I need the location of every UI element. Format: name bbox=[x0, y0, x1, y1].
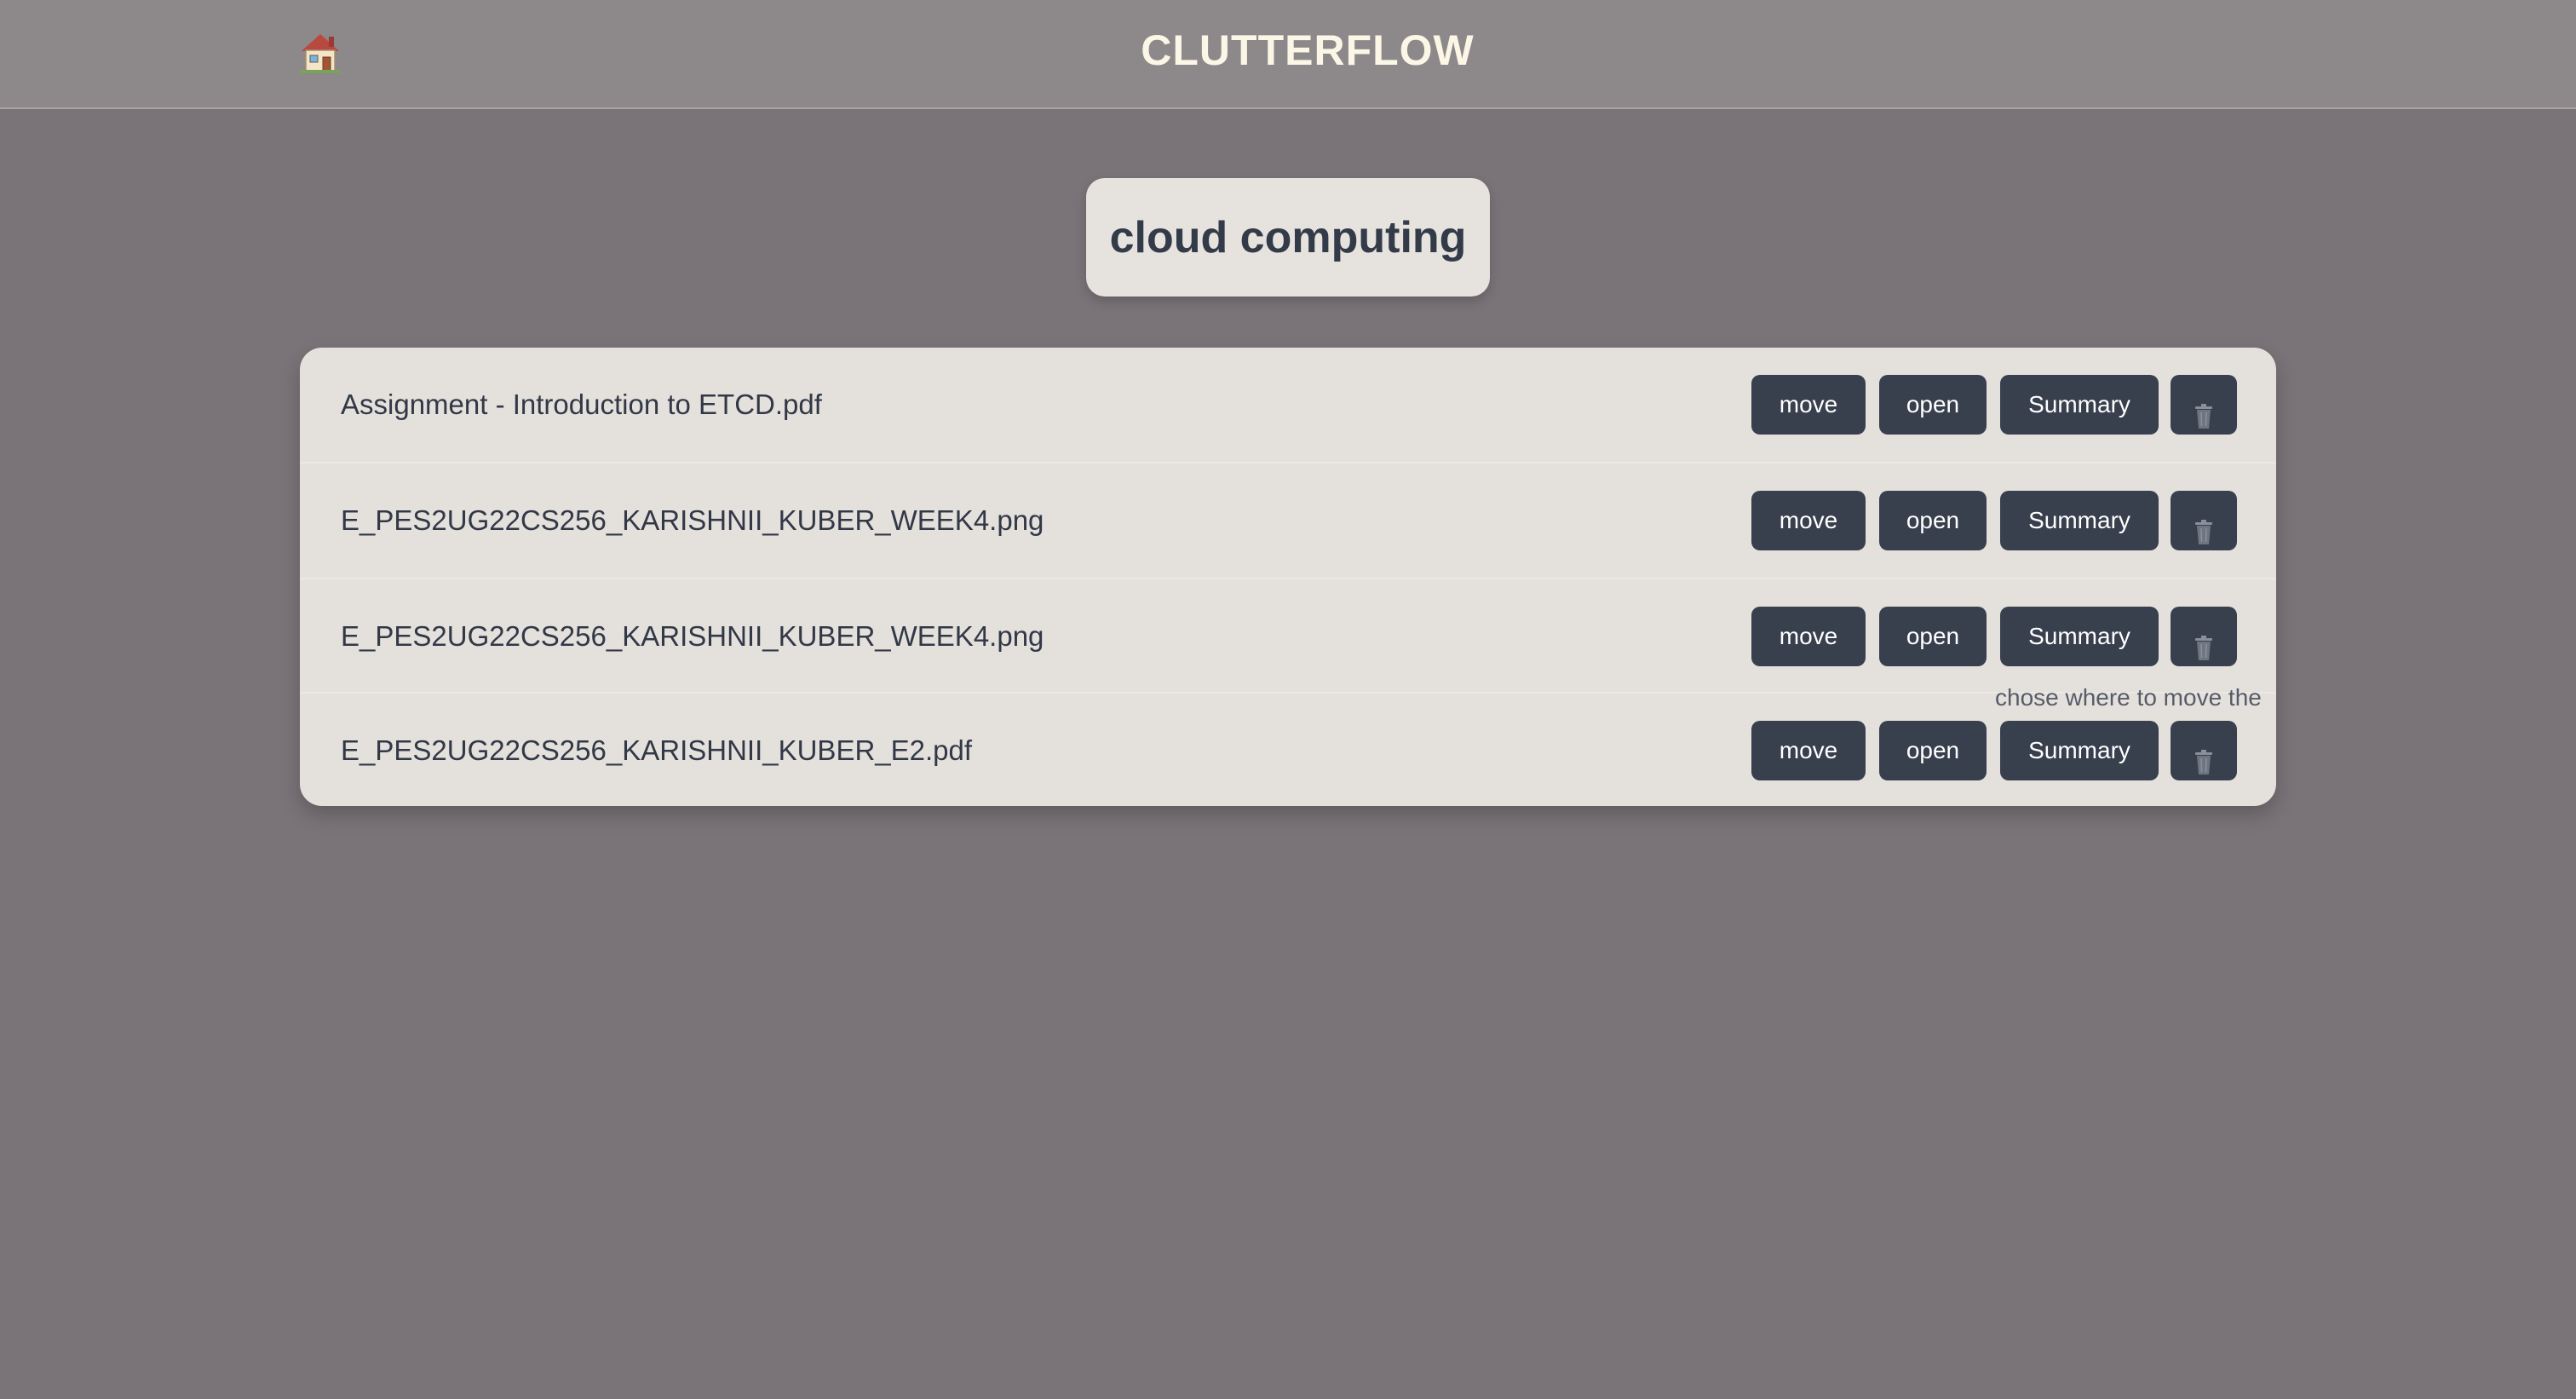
move-tooltip: chose where to move the bbox=[1995, 684, 2262, 711]
delete-button[interactable] bbox=[2171, 375, 2237, 435]
move-button[interactable]: move bbox=[1751, 607, 1866, 666]
folder-title-card: cloud computing bbox=[1086, 178, 1490, 296]
file-row: E_PES2UG22CS256_KARISHNII_KUBER_WEEK4.pn… bbox=[300, 462, 2276, 576]
trash-icon bbox=[2194, 508, 2213, 544]
summary-button[interactable]: Summary bbox=[2000, 721, 2159, 780]
file-row: Assignment - Introduction to ETCD.pdf mo… bbox=[300, 348, 2276, 462]
file-row: E_PES2UG22CS256_KARISHNII_KUBER_E2.pdf m… bbox=[300, 692, 2276, 806]
file-name: E_PES2UG22CS256_KARISHNII_KUBER_WEEK4.pn… bbox=[341, 504, 1044, 536]
open-button[interactable]: open bbox=[1879, 375, 1987, 435]
file-name: E_PES2UG22CS256_KARISHNII_KUBER_WEEK4.pn… bbox=[341, 620, 1044, 652]
move-button[interactable]: move bbox=[1751, 375, 1866, 435]
trash-icon bbox=[2194, 738, 2213, 774]
summary-button[interactable]: Summary bbox=[2000, 491, 2159, 550]
file-list: Assignment - Introduction to ETCD.pdf mo… bbox=[300, 348, 2276, 806]
app-title: CLUTTERFLOW bbox=[1141, 26, 1475, 74]
delete-button[interactable] bbox=[2171, 721, 2237, 780]
delete-button[interactable] bbox=[2171, 607, 2237, 666]
file-name: Assignment - Introduction to ETCD.pdf bbox=[341, 389, 822, 420]
move-button[interactable]: move bbox=[1751, 721, 1866, 780]
open-button[interactable]: open bbox=[1879, 491, 1987, 550]
file-name: E_PES2UG22CS256_KARISHNII_KUBER_E2.pdf bbox=[341, 734, 973, 766]
folder-title: cloud computing bbox=[1109, 212, 1467, 262]
file-row: E_PES2UG22CS256_KARISHNII_KUBER_WEEK4.pn… bbox=[300, 578, 2276, 692]
top-nav-bar: CLUTTERFLOW bbox=[0, 0, 2576, 109]
trash-icon bbox=[2194, 624, 2213, 660]
open-button[interactable]: open bbox=[1879, 721, 1987, 780]
summary-button[interactable]: Summary bbox=[2000, 375, 2159, 435]
delete-button[interactable] bbox=[2171, 491, 2237, 550]
move-button[interactable]: move bbox=[1751, 491, 1866, 550]
summary-button[interactable]: Summary bbox=[2000, 607, 2159, 666]
open-button[interactable]: open bbox=[1879, 607, 1987, 666]
trash-icon bbox=[2194, 392, 2213, 429]
